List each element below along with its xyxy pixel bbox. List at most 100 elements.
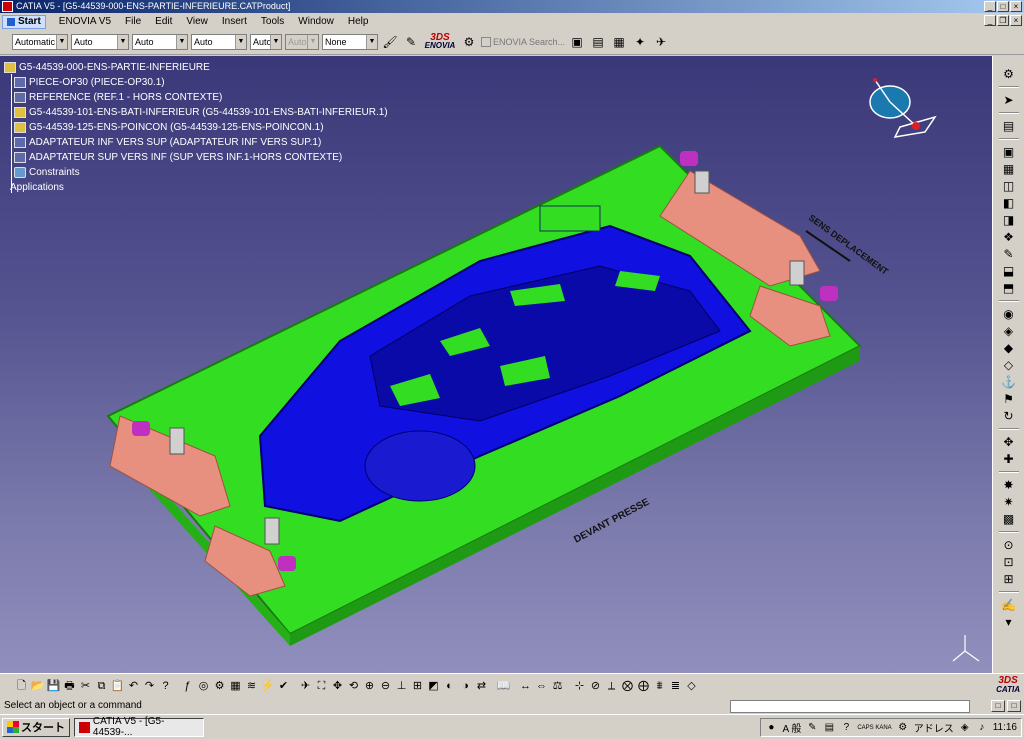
menu-help[interactable]: Help — [341, 16, 376, 27]
angle-constraint-icon[interactable]: ◇ — [1001, 357, 1017, 373]
new-product-icon[interactable]: ▦ — [1001, 161, 1017, 177]
menu-edit[interactable]: Edit — [148, 16, 179, 27]
zoom-out-icon[interactable]: ⊖ — [378, 678, 393, 694]
coincidence-constraint-icon[interactable]: ◉ — [1001, 306, 1017, 322]
swap-space-icon[interactable]: ⇄ — [474, 678, 489, 694]
volume-icon[interactable]: ♪ — [976, 722, 988, 734]
new-file-icon[interactable]: 🗋 — [14, 678, 29, 694]
graph-tree-icon[interactable]: ❖ — [1001, 229, 1017, 245]
menu-enovia[interactable]: ENOVIA V5 — [52, 16, 118, 27]
manage-representations-icon[interactable]: ⬒ — [1001, 280, 1017, 296]
menu-tools[interactable]: Tools — [254, 16, 291, 27]
enovia-save-icon[interactable]: ▤ — [589, 33, 607, 51]
clash-detection-icon[interactable]: ⨂ — [620, 678, 635, 694]
fly-icon[interactable]: ✈ — [298, 678, 313, 694]
lineweight-combo[interactable]: Auto ▼ — [191, 34, 247, 50]
select-icon[interactable]: ➤ — [1001, 92, 1017, 108]
format-painter-icon[interactable]: ✎ — [402, 33, 420, 51]
multi-view-icon[interactable]: ⊞ — [410, 678, 425, 694]
enovia-open-icon[interactable]: ▣ — [568, 33, 586, 51]
3d-viewport[interactable]: DEVANT PRESSE SENS DEPLACEMENT G5-44539-… — [0, 56, 992, 673]
doc-close-button[interactable]: × — [1010, 15, 1022, 26]
tree-root[interactable]: G5-44539-000-ENS-PARTIE-INFERIEURE — [4, 60, 388, 75]
minimize-button[interactable]: _ — [984, 1, 996, 12]
tree-node-bati[interactable]: G5-44539-101-ENS-BATI-INFERIEUR (G5-4453… — [4, 105, 388, 120]
assembly-icon[interactable]: ⚙ — [1001, 66, 1017, 82]
paste-icon[interactable]: 📋 — [110, 678, 125, 694]
color-combo[interactable]: Automatic ▼ — [12, 34, 68, 50]
sectioning-icon[interactable]: ⊘ — [588, 678, 603, 694]
compare-icon[interactable]: ⩩ — [652, 678, 667, 694]
bill-of-material-icon[interactable]: ≣ — [668, 678, 683, 694]
doc-minimize-button[interactable]: _ — [984, 15, 996, 26]
formula-icon[interactable]: ƒ — [180, 678, 195, 694]
manipulation-icon[interactable]: ✥ — [1001, 434, 1017, 450]
help-icon[interactable]: ? — [840, 722, 852, 734]
new-part-icon[interactable]: ◫ — [1001, 178, 1017, 194]
redo-icon[interactable]: ↷ — [142, 678, 157, 694]
layer-combo[interactable]: None ▼ — [322, 34, 378, 50]
generate-numbering-icon[interactable]: ✎ — [1001, 246, 1017, 262]
tree-node-adaptateur-sup[interactable]: ADAPTATEUR SUP VERS INF (SUP VERS INF.1-… — [4, 150, 388, 165]
law-icon[interactable]: ≋ — [244, 678, 259, 694]
fit-all-icon[interactable]: ⛶ — [314, 678, 329, 694]
copy-icon[interactable]: ⧉ — [94, 678, 109, 694]
table-icon[interactable]: ▦ — [228, 678, 243, 694]
ime-mode[interactable]: A 般 — [782, 720, 801, 735]
more-tools-icon[interactable]: ▾ — [1001, 614, 1017, 630]
linetype-combo[interactable]: Auto ▼ — [132, 34, 188, 50]
fix-component-icon[interactable]: ⚓ — [1001, 374, 1017, 390]
product-structure-icon[interactable]: ▤ — [1001, 118, 1017, 134]
measure-icon[interactable]: ⊞ — [1001, 571, 1017, 587]
zoom-in-icon[interactable]: ⊕ — [362, 678, 377, 694]
start-menu-button[interactable]: Start — [2, 14, 46, 29]
knowledge-icon[interactable]: ◎ — [196, 678, 211, 694]
undo-icon[interactable]: ↶ — [126, 678, 141, 694]
taskbar-start-button[interactable]: スタート — [2, 717, 70, 737]
measure-between-icon[interactable]: ↔ — [518, 678, 533, 694]
compass-icon[interactable] — [860, 72, 940, 152]
axis-system-icon[interactable]: ⊹ — [572, 678, 587, 694]
update-icon[interactable]: ↻ — [1001, 408, 1017, 424]
contact-constraint-icon[interactable]: ◈ — [1001, 323, 1017, 339]
save-icon[interactable]: 💾 — [46, 678, 61, 694]
check-icon[interactable]: ✔ — [276, 678, 291, 694]
iso-view-icon[interactable]: ◩ — [426, 678, 441, 694]
point-symbol-combo[interactable]: Auto ▼ — [250, 34, 282, 50]
distance-band-icon[interactable]: ⟂ — [604, 678, 619, 694]
enovia-list-icon[interactable]: ▦ — [610, 33, 628, 51]
compass-handle[interactable] — [912, 122, 920, 130]
enovia-send-icon[interactable]: ✦ — [631, 33, 649, 51]
fix-together-icon[interactable]: ⚑ — [1001, 391, 1017, 407]
enovia-exit-icon[interactable]: ✈ — [652, 33, 670, 51]
ime-options-icon[interactable]: ⚙ — [897, 722, 909, 734]
status-button-1[interactable]: □ — [991, 700, 1005, 712]
command-input[interactable] — [730, 700, 970, 713]
menu-file[interactable]: File — [118, 16, 148, 27]
menu-view[interactable]: View — [179, 16, 215, 27]
ime-icon[interactable]: ● — [765, 722, 777, 734]
tree-node-constraints[interactable]: Constraints — [4, 165, 388, 180]
enovia-tool-icon[interactable]: ⚙ — [460, 33, 478, 51]
tree-node-reference[interactable]: REFERENCE (REF.1 - HORS CONTEXTE) — [4, 90, 388, 105]
pan-icon[interactable]: ✥ — [330, 678, 345, 694]
measure-inertia-icon[interactable]: ⚖ — [550, 678, 565, 694]
shading-icon[interactable]: ◐ — [442, 678, 457, 694]
snap-icon[interactable]: ✚ — [1001, 451, 1017, 467]
scenes-icon[interactable]: ⊙ — [1001, 537, 1017, 553]
tree-node-adaptateur-inf[interactable]: ADAPTATEUR INF VERS SUP (ADAPTATEUR INF … — [4, 135, 388, 150]
publication-icon[interactable]: ◇ — [684, 678, 699, 694]
network-icon[interactable]: ◈ — [959, 722, 971, 734]
open-file-icon[interactable]: 📂 — [30, 678, 45, 694]
tree-node-applications[interactable]: Applications — [4, 180, 388, 195]
whats-this-icon[interactable]: ? — [158, 678, 173, 694]
address-toolbar[interactable]: アドレス — [914, 720, 954, 735]
status-button-2[interactable]: □ — [1007, 700, 1021, 712]
close-button[interactable]: × — [1010, 1, 1022, 12]
dictionary-icon[interactable]: ▤ — [823, 722, 835, 734]
clash-icon[interactable]: ✷ — [1001, 494, 1017, 510]
hide-show-icon[interactable]: ◑ — [458, 678, 473, 694]
enovia-search[interactable]: ENOVIA Search... — [481, 37, 565, 47]
maximize-button[interactable]: □ — [997, 1, 1009, 12]
optimization-icon[interactable]: ⚡ — [260, 678, 275, 694]
